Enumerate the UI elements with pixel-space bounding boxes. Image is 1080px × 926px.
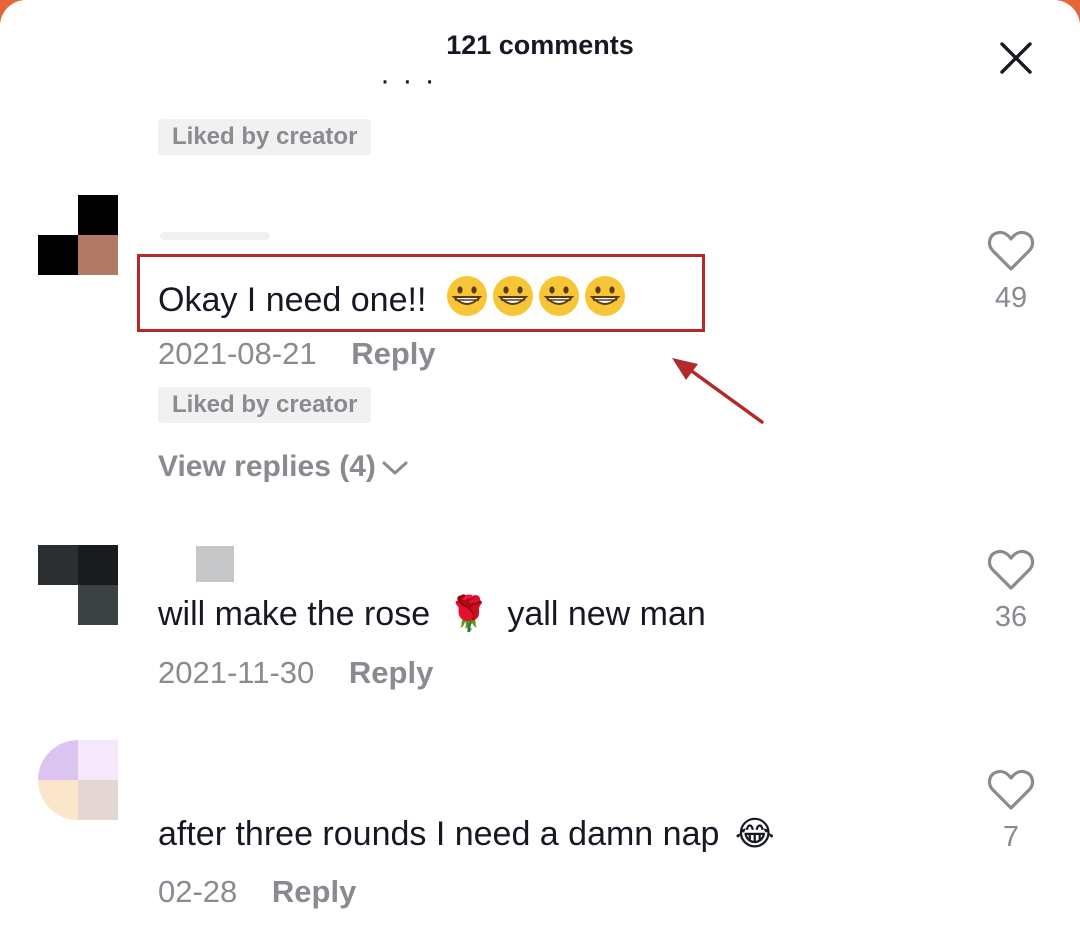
previous-comment-cutoff: · · ·	[380, 78, 437, 97]
view-replies-label: View replies (4)	[158, 450, 376, 483]
heart-outline-icon[interactable]	[987, 768, 1035, 812]
annotation-highlight-box	[137, 254, 705, 332]
like-count: 36	[994, 601, 1028, 633]
heart-outline-icon[interactable]	[987, 548, 1035, 592]
heart-outline-icon[interactable]	[987, 229, 1035, 273]
reply-button[interactable]: Reply	[272, 874, 356, 909]
avatar[interactable]	[38, 195, 118, 275]
username-redacted[interactable]	[160, 546, 400, 586]
reply-button[interactable]: Reply	[349, 655, 433, 690]
comment-date: 2021-11-30	[158, 655, 315, 690]
comment-text: after three rounds I need a damn nap 😂	[158, 815, 775, 853]
comments-count-title: 121 comments	[446, 30, 634, 60]
close-icon[interactable]	[994, 36, 1038, 80]
username-redacted[interactable]	[160, 222, 400, 242]
comment-date: 2021-08-21	[158, 336, 317, 371]
rose-emoji: 🌹	[447, 595, 490, 633]
liked-by-creator-badge: Liked by creator	[158, 387, 372, 423]
reply-button[interactable]: Reply	[351, 336, 435, 371]
liked-by-creator-badge: Liked by creator	[158, 119, 372, 155]
comment-text: will make the rose 🌹 yall new man	[158, 595, 706, 633]
comment-meta: 2021-08-21 Reply	[158, 336, 436, 372]
avatar[interactable]	[38, 740, 118, 820]
chevron-down-icon	[382, 461, 408, 475]
like-count: 49	[994, 282, 1028, 314]
like-count: 7	[1002, 821, 1020, 853]
tears-of-joy-emoji: 😂	[734, 815, 775, 853]
annotation-arrow-icon	[672, 358, 764, 424]
comment-meta: 02-28 Reply	[158, 874, 356, 910]
comment-date: 02-28	[158, 874, 238, 909]
view-replies-button[interactable]: View replies (4)	[158, 450, 410, 484]
comments-sheet: 121 comments · · · Liked by creator Okay…	[0, 0, 1080, 926]
comment-meta: 2021-11-30 Reply	[158, 655, 433, 691]
avatar[interactable]	[38, 545, 118, 625]
